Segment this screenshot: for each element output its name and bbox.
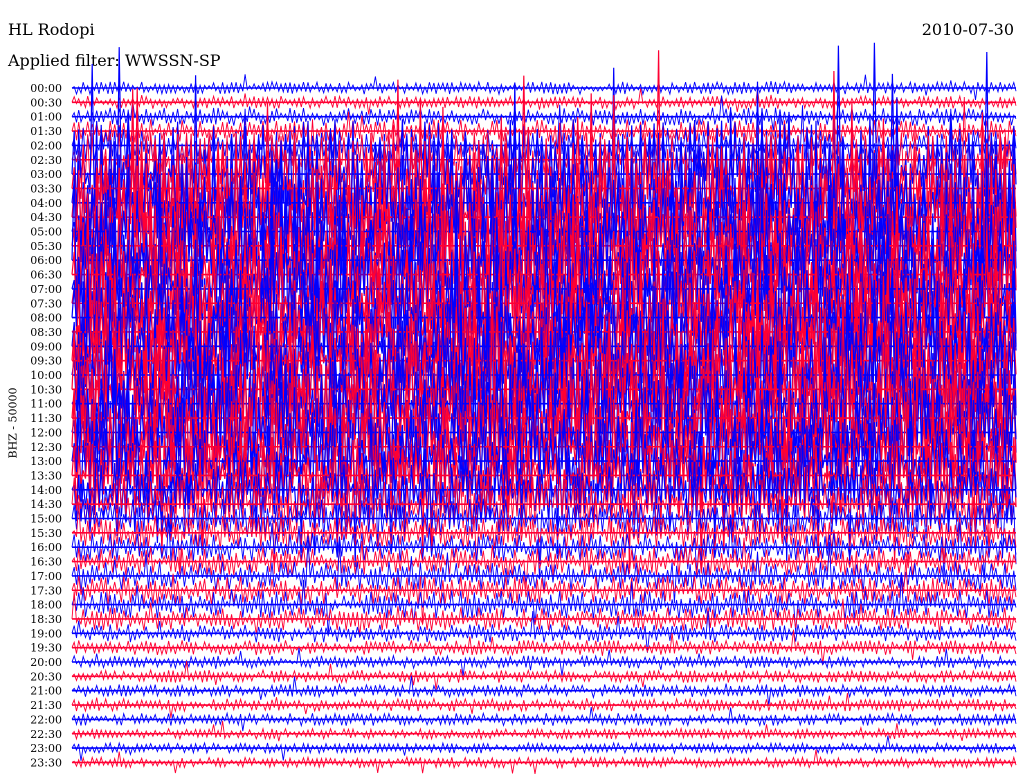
row-time-label: 10:00: [30, 369, 62, 382]
row-time-label: 15:00: [30, 513, 62, 526]
row-time-label: 18:30: [30, 613, 62, 626]
row-time-label: 06:30: [30, 269, 62, 282]
row-time-label: 16:30: [30, 556, 62, 569]
row-time-label: 03:30: [30, 182, 62, 195]
row-time-label: 05:30: [30, 240, 62, 253]
row-time-label: 04:00: [30, 197, 62, 210]
row-time-label: 00:00: [30, 82, 62, 95]
row-time-label: 23:30: [30, 756, 62, 769]
row-time-label: 20:30: [30, 670, 62, 683]
row-time-label: 07:30: [30, 297, 62, 310]
row-time-label: 03:00: [30, 168, 62, 181]
row-time-label: 19:30: [30, 642, 62, 655]
row-time-label: 13:30: [30, 469, 62, 482]
trace-row: [71, 660, 1017, 690]
row-time-label: 05:00: [30, 226, 62, 239]
row-time-label: 11:00: [30, 398, 62, 411]
row-time-label: 17:00: [30, 570, 62, 583]
traces-group: [71, 42, 1017, 774]
row-time-label: 18:00: [30, 599, 62, 612]
row-time-label: 15:30: [30, 527, 62, 540]
row-time-label: 21:00: [30, 685, 62, 698]
row-time-label: 01:00: [30, 111, 62, 124]
row-time-label: 07:00: [30, 283, 62, 296]
row-time-label: 20:00: [30, 656, 62, 669]
row-time-label: 01:30: [30, 125, 62, 138]
row-time-label: 10:30: [30, 383, 62, 396]
row-time-label: 12:00: [30, 426, 62, 439]
row-time-label: 04:30: [30, 211, 62, 224]
row-time-label: 08:30: [30, 326, 62, 339]
row-time-label: 02:30: [30, 154, 62, 167]
row-time-label: 13:00: [30, 455, 62, 468]
row-time-label: 16:00: [30, 541, 62, 554]
row-time-label: 00:30: [30, 96, 62, 109]
seismogram-plot: 00:0000:30 01:0001:3002:00 02:3003:0003:30…: [30, 42, 1017, 774]
row-time-label: 23:00: [30, 742, 62, 755]
row-time-label: 08:00: [30, 312, 62, 325]
row-time-label: 11:30: [30, 412, 62, 425]
row-time-label: 02:00: [30, 139, 62, 152]
row-time-label: 14:30: [30, 498, 62, 511]
row-time-label: 22:00: [30, 713, 62, 726]
row-time-label: 14:00: [30, 484, 62, 497]
row-time-label: 06:00: [30, 254, 62, 267]
row-time-label: 12:30: [30, 441, 62, 454]
row-time-label: 19:00: [30, 627, 62, 640]
row-tick-labels: 00:0000:30 01:0001:3002:00 02:3003:0003:30…: [30, 82, 62, 769]
row-time-label: 17:30: [30, 584, 62, 597]
row-time-label: 09:00: [30, 340, 62, 353]
row-time-label: 09:30: [30, 355, 62, 368]
row-time-label: 22:30: [30, 728, 62, 741]
row-time-label: 21:30: [30, 699, 62, 712]
